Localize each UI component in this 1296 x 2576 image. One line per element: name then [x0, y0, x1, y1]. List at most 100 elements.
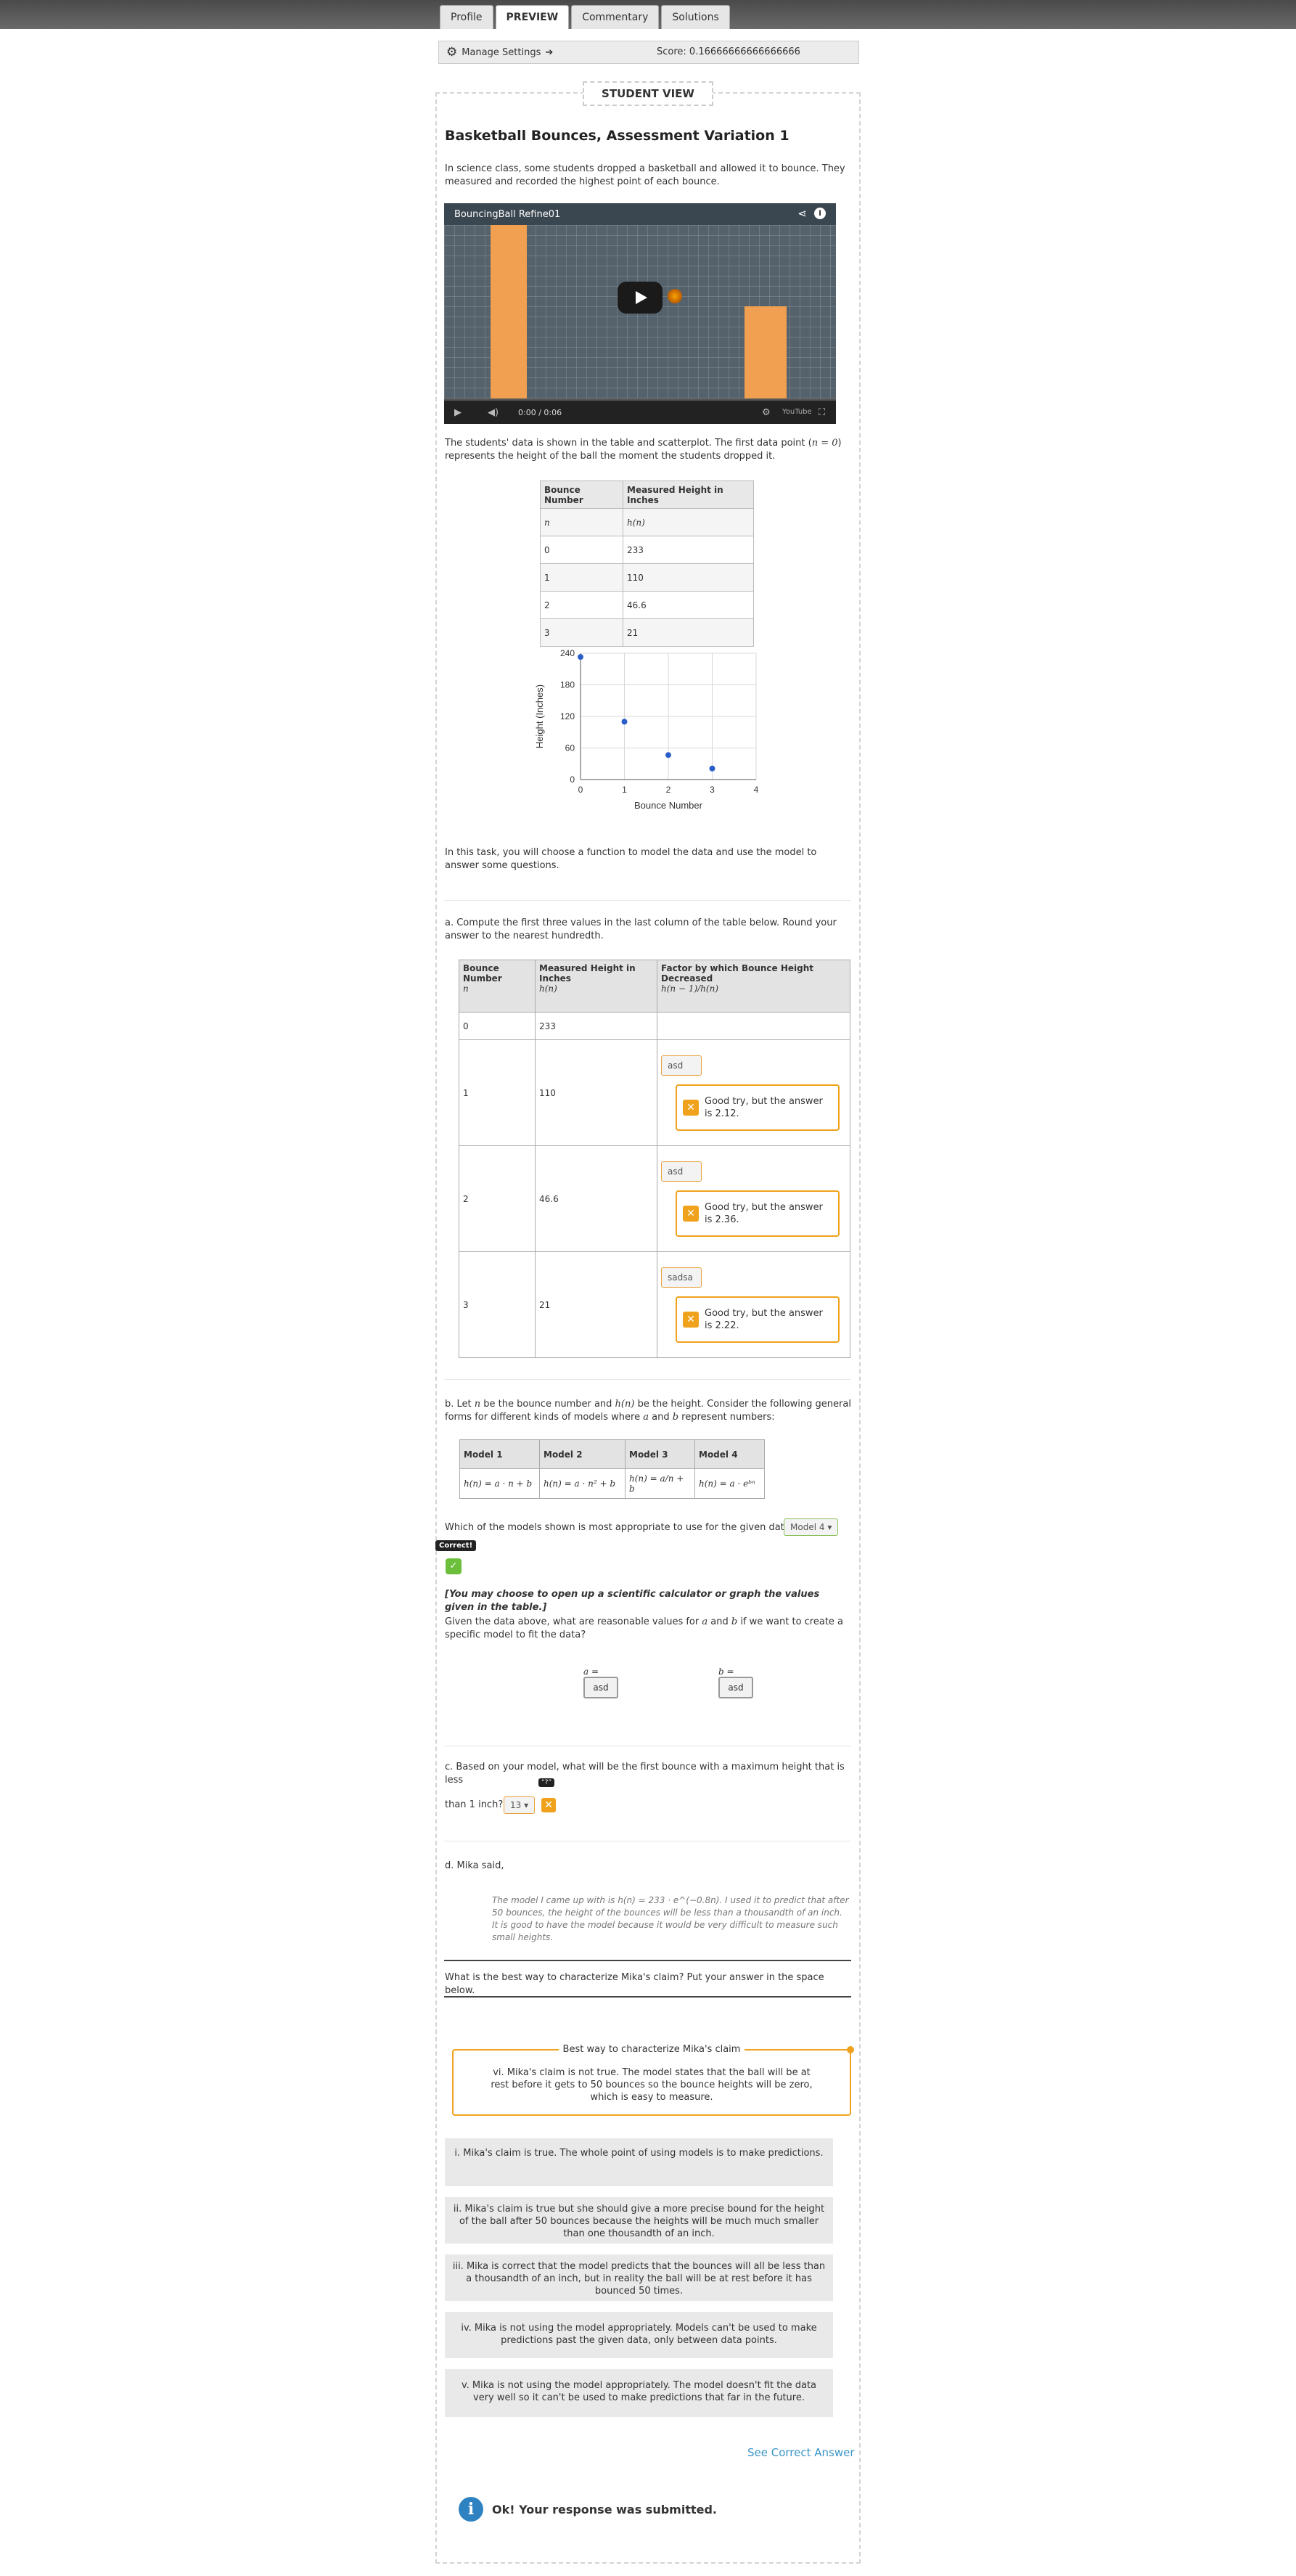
divider	[444, 900, 850, 901]
table-cell: 46.6	[535, 1145, 657, 1252]
table-cell: 21	[535, 1251, 657, 1358]
video-player[interactable]: BouncingBall Refine01 ⋖ i ▶ ◀) 0:00 / 0:…	[444, 203, 836, 424]
header-model-3: Model 3	[625, 1439, 695, 1469]
model-question: Which of the models shown is most approp…	[445, 1522, 795, 1533]
y-tick-label: 240	[560, 648, 575, 658]
choice-item[interactable]: i. Mika's claim is true. The whole point…	[445, 2138, 833, 2186]
subheader-hn: h(n)	[623, 508, 754, 536]
video-title: BouncingBall Refine01	[454, 209, 561, 220]
factor-table: Bounce Number n Measured Height in Inches…	[459, 960, 850, 1358]
chevron-down-icon: ▾	[827, 1522, 832, 1532]
tab-solutions[interactable]: Solutions	[661, 5, 730, 29]
score-text: Score: 0.16666666666666666	[657, 46, 800, 57]
answer-cell: sadsa ✕ Good try, but the answer is 2.22.	[657, 1251, 850, 1358]
tab-commentary[interactable]: Commentary	[571, 5, 660, 29]
manage-settings-button[interactable]: ⚙ Manage Settings ➔	[446, 45, 553, 60]
table-cell: 1	[540, 563, 623, 592]
y-tick-label: 120	[560, 711, 575, 721]
values-prompt: Given the data above, what are reasonabl…	[445, 1616, 844, 1640]
choice-item[interactable]: iv. Mika is not using the model appropri…	[445, 2312, 833, 2358]
data-point	[709, 765, 715, 772]
choice-item[interactable]: ii. Mika's claim is true but she should …	[445, 2197, 833, 2244]
data-table: Bounce Number Measured Height in Inches …	[540, 481, 754, 647]
y-tick-label: 60	[565, 743, 575, 753]
play-icon[interactable]: ▶	[454, 407, 462, 418]
choice-item[interactable]: iii. Mika is correct that the model pred…	[445, 2254, 833, 2301]
x-axis-label: Bounce Number	[634, 800, 703, 811]
x-tick-label: 0	[578, 785, 583, 795]
tab-preview[interactable]: PREVIEW	[495, 5, 570, 29]
info-icon[interactable]: i	[814, 208, 826, 219]
header-model-2: Model 2	[539, 1439, 626, 1469]
fullscreen-icon[interactable]: ⛶	[819, 407, 825, 418]
table-cell: 110	[623, 563, 754, 592]
chevron-down-icon: ▾	[524, 1800, 529, 1810]
factor-input-1[interactable]: asd	[661, 1055, 702, 1076]
header-measured-height: Measured Height in Inches	[623, 481, 754, 509]
header-measured-height: Measured Height in Inches h(n)	[535, 960, 657, 1013]
part-c-prompt-line-2: than 1 inch?	[445, 1799, 504, 1810]
page-title: Basketball Bounces, Assessment Variation…	[445, 128, 790, 144]
factor-input-2[interactable]: asd	[661, 1161, 702, 1182]
gear-icon: ⚙	[446, 45, 458, 60]
subheader-n: n	[540, 508, 623, 536]
models-table: Model 1 Model 2 Model 3 Model 4 h(n) = a…	[459, 1439, 765, 1499]
x-tick-label: 2	[666, 785, 671, 795]
model-select[interactable]: Model 4 ▾	[784, 1518, 839, 1536]
basketball-image	[668, 289, 682, 303]
mika-quote: The model I came up with is h(n) = 233 ·…	[492, 1895, 849, 1942]
placed-answer[interactable]: vi. Mika's claim is not true. The model …	[483, 2066, 821, 2103]
divider	[444, 1996, 851, 1998]
calculator-note: [You may choose to open up a scientific …	[445, 1589, 820, 1613]
bounce-select-value: 13	[510, 1800, 522, 1810]
share-icon[interactable]: ⋖	[797, 207, 807, 220]
part-c-prompt-line-1: c. Based on your model, what will be the…	[445, 1762, 845, 1786]
part-b-prompt: b. Let n be the bounce number and h(n) b…	[445, 1399, 851, 1423]
table-cell	[657, 1012, 850, 1040]
feedback-box: ✕ Good try, but the answer is 2.22.	[676, 1296, 840, 1343]
answer-drop-zone[interactable]: Best way to characterize Mika's claim vi…	[452, 2044, 854, 2116]
see-correct-answer-link[interactable]: See Correct Answer	[747, 2446, 855, 2459]
settings-gear-icon[interactable]: ⚙	[762, 407, 771, 418]
feedback-text: Good try, but the answer is 2.12.	[705, 1095, 823, 1119]
table-cell: 233	[623, 536, 754, 564]
incorrect-icon: ✕	[541, 1798, 556, 1812]
divider	[444, 1379, 850, 1380]
header-factor: Factor by which Bounce Height Decreased h…	[657, 960, 850, 1013]
play-button[interactable]	[618, 282, 663, 314]
remove-answer-icon[interactable]	[847, 2046, 854, 2053]
table-cell: 1	[459, 1039, 536, 1146]
bounce-select[interactable]: 13 ▾	[504, 1796, 536, 1814]
youtube-logo[interactable]: YouTube	[782, 408, 812, 416]
table-cell: 3	[459, 1251, 536, 1358]
part-a-prompt: a. Compute the first three values in the…	[445, 917, 837, 941]
info-icon: i	[459, 2497, 483, 2522]
table-cell: 110	[535, 1039, 657, 1146]
formula-model-1: h(n) = a · n + b	[459, 1468, 540, 1499]
table-cell: 2	[459, 1145, 536, 1252]
header-model-4: Model 4	[694, 1439, 765, 1469]
answer-cell: asd ✕ Good try, but the answer is 2.12.	[657, 1039, 850, 1146]
choice-item[interactable]: v. Mika is not using the model appropria…	[445, 2369, 833, 2417]
header-bounce-number: Bounce Number	[540, 481, 623, 509]
data-description: The students' data is shown in the table…	[445, 437, 851, 463]
b-input[interactable]: asd	[718, 1677, 753, 1698]
x-tick-label: 1	[622, 785, 627, 795]
a-input[interactable]: asd	[583, 1677, 618, 1698]
feedback-box: ✕ Good try, but the answer is 2.12.	[676, 1084, 840, 1131]
submission-message: i Ok! Your response was submitted.	[459, 2497, 717, 2522]
formula-model-4: h(n) = a · eᵇⁿ	[694, 1468, 765, 1499]
tab-profile[interactable]: Profile	[440, 5, 493, 29]
table-cell: 2	[540, 591, 623, 619]
x-tick-label: 4	[754, 785, 759, 795]
table-cell: 3	[540, 618, 623, 647]
part-d-intro: d. Mika said,	[445, 1860, 504, 1871]
video-time: 0:00 / 0:06	[518, 408, 562, 417]
factor-input-3[interactable]: sadsa	[661, 1267, 702, 1288]
task-text: In this task, you will choose a function…	[445, 847, 817, 871]
tooltip: “?”	[538, 1778, 555, 1787]
y-tick-label: 0	[570, 774, 575, 785]
feedback-box: ✕ Good try, but the answer is 2.36.	[676, 1190, 840, 1237]
volume-icon[interactable]: ◀)	[488, 407, 499, 418]
feedback-text: Good try, but the answer is 2.36.	[705, 1201, 823, 1225]
